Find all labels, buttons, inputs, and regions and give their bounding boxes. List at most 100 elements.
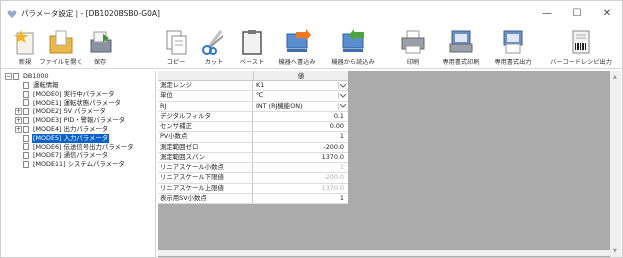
- parameter-row: リニアスケール下限値 -200.0: [158, 173, 348, 184]
- tree-item[interactable]: [MODE11] システムパラメータ: [15, 160, 126, 169]
- parameter-value[interactable]: 1370.0: [253, 153, 348, 162]
- parameter-dropdown[interactable]: K1: [253, 81, 348, 90]
- parameter-value[interactable]: 0.00: [253, 122, 348, 131]
- write-to-device-button[interactable]: 機器へ書込み: [273, 28, 321, 68]
- tree-item[interactable]: [MODE7] 通信パラメータ: [15, 151, 109, 160]
- parameter-row: リニアスケール小数点 1: [158, 163, 348, 174]
- copy-button[interactable]: コピー: [161, 28, 191, 68]
- parameter-label: デジタルフィルタ: [158, 111, 253, 121]
- parameter-row: PV小数点 1: [158, 132, 348, 143]
- tree-item[interactable]: 運転情報: [15, 81, 60, 90]
- horizontal-scrollbar[interactable]: [158, 250, 610, 256]
- chevron-down-icon[interactable]: [338, 92, 346, 100]
- parameter-value-text: K1: [256, 81, 265, 89]
- print-button[interactable]: 印刷: [398, 28, 428, 68]
- scroll-up-icon[interactable]: ▲: [613, 74, 617, 80]
- barcode-recipe-output-button[interactable]: バーコードレシピ出力: [543, 28, 619, 68]
- node-box-icon: [23, 108, 29, 116]
- tree-item-label: [MODE0] 実行中パラメータ: [33, 89, 115, 98]
- node-box-icon: [23, 117, 29, 125]
- scroll-down-icon[interactable]: ▼: [613, 248, 617, 254]
- node-box-icon: [23, 161, 29, 169]
- parameter-value[interactable]: 1: [253, 163, 348, 172]
- parameter-label: リニアスケール下限値: [158, 173, 253, 183]
- parameter-value-text: 1: [339, 193, 344, 202]
- write-device-icon: [286, 29, 311, 52]
- parameter-label: リニアスケール上限値: [158, 183, 253, 193]
- custom-format-print-button[interactable]: 専用書式印刷: [437, 28, 485, 68]
- node-box-icon: [13, 72, 19, 80]
- node-box-icon: [23, 134, 29, 142]
- parameter-row: 測定レンジ K1: [158, 81, 348, 92]
- parameter-row: リニアスケール上限値 1370.0: [158, 183, 348, 194]
- node-box-icon: [23, 152, 29, 160]
- minimize-button[interactable]: —: [532, 1, 562, 26]
- chevron-down-icon[interactable]: [338, 102, 346, 110]
- copy-icon: [166, 30, 187, 55]
- parameter-row: 単位 ℃: [158, 91, 348, 102]
- new-button[interactable]: 新規: [7, 28, 43, 68]
- node-box-icon: [23, 90, 29, 98]
- open-file-button[interactable]: ファイルを開く: [39, 28, 83, 68]
- parameter-label: 表示用SV小数点: [158, 193, 253, 203]
- parameter-value[interactable]: 1370.0: [253, 184, 348, 193]
- parameter-tree: − DB1000 運転情報 [MODE0] 実行中パラメータ [MODE1] 運転状…: [3, 71, 156, 257]
- tree-item[interactable]: [MODE5] 入力パラメータ: [15, 133, 110, 143]
- parameter-value[interactable]: 1: [253, 132, 348, 141]
- window-title: パラメータ設定 | - [DB1020BSB0-G0A]: [21, 9, 160, 18]
- save-button[interactable]: 保存: [85, 28, 115, 68]
- expand-icon[interactable]: +: [15, 108, 22, 116]
- parameter-dropdown[interactable]: INT (RJ機能ON): [253, 102, 348, 111]
- node-box-icon: [23, 81, 29, 89]
- tree-root[interactable]: − DB1000: [5, 72, 50, 81]
- clipboard-icon: [242, 30, 262, 55]
- parameter-value[interactable]: -200.0: [253, 173, 348, 182]
- folder-icon: [49, 30, 73, 54]
- parameter-label: RJ: [158, 101, 253, 111]
- parameter-value-text: 1370.0: [321, 183, 344, 192]
- paste-button[interactable]: ペースト: [237, 28, 267, 68]
- app-heart-icon: [7, 9, 17, 18]
- parameter-row: 測定範囲スパン 1370.0: [158, 152, 348, 163]
- printer-icon: [401, 30, 425, 54]
- parameter-label: 測定範囲ゼロ: [158, 142, 253, 152]
- parameter-value[interactable]: 1: [253, 194, 348, 203]
- cut-button[interactable]: カット: [199, 28, 229, 68]
- tree-item[interactable]: + [MODE2] SV パラメータ: [15, 107, 107, 116]
- parameter-row: RJ INT (RJ機能ON): [158, 101, 348, 112]
- read-device-icon: [342, 29, 364, 52]
- parameter-label: PV小数点: [158, 132, 253, 142]
- tree-item[interactable]: [MODE0] 実行中パラメータ: [15, 90, 116, 99]
- parameter-label: リニアスケール小数点: [158, 163, 253, 173]
- expand-icon[interactable]: +: [15, 125, 22, 133]
- custom-format-output-button[interactable]: 専用書式出力: [489, 28, 537, 68]
- read-from-device-button[interactable]: 機器から読込み: [327, 28, 379, 68]
- expand-icon[interactable]: +: [15, 117, 22, 125]
- tree-item-label: [MODE7] 通信パラメータ: [33, 151, 109, 160]
- parameter-value[interactable]: -200.0: [253, 143, 348, 152]
- scissors-icon: [202, 30, 224, 55]
- parameter-value-text: ℃: [256, 91, 264, 100]
- parameter-dropdown[interactable]: ℃: [253, 91, 348, 100]
- chevron-down-icon[interactable]: [338, 82, 346, 89]
- vertical-scrollbar[interactable]: ▲ ▼: [610, 71, 621, 257]
- parameter-value[interactable]: 0.1: [253, 112, 348, 121]
- app-window: パラメータ設定 | - [DB1020BSB0-G0A] — ☐ ✕ 新規 ファ…: [0, 0, 623, 258]
- toolbar: 新規 ファイルを開く 保存 コピー カット ペースト 機器へ書込み 機器から読込…: [1, 26, 622, 69]
- value-column-header: 値: [253, 71, 348, 81]
- tree-item[interactable]: + [MODE3] PID・警報パラメータ: [15, 116, 126, 125]
- parameter-row: 表示用SV小数点 1: [158, 193, 348, 204]
- maximize-button[interactable]: ☐: [562, 1, 592, 26]
- node-box-icon: [23, 99, 29, 107]
- parameter-value-text: -200.0: [323, 142, 344, 151]
- tree-item-label: [MODE3] PID・警報パラメータ: [33, 116, 126, 125]
- parameter-label: 測定レンジ: [158, 81, 253, 91]
- close-button[interactable]: ✕: [592, 1, 622, 26]
- collapse-icon[interactable]: −: [5, 72, 12, 80]
- parameter-value-text: INT (RJ機能ON): [256, 101, 303, 110]
- parameter-label: センサ補正: [158, 122, 253, 132]
- title-bar: パラメータ設定 | - [DB1020BSB0-G0A] — ☐ ✕: [1, 1, 622, 26]
- custom-output-icon: [503, 30, 523, 54]
- tree-item[interactable]: + [MODE4] 出力パラメータ: [15, 125, 109, 134]
- parameter-value-text: 0.00: [329, 122, 344, 130]
